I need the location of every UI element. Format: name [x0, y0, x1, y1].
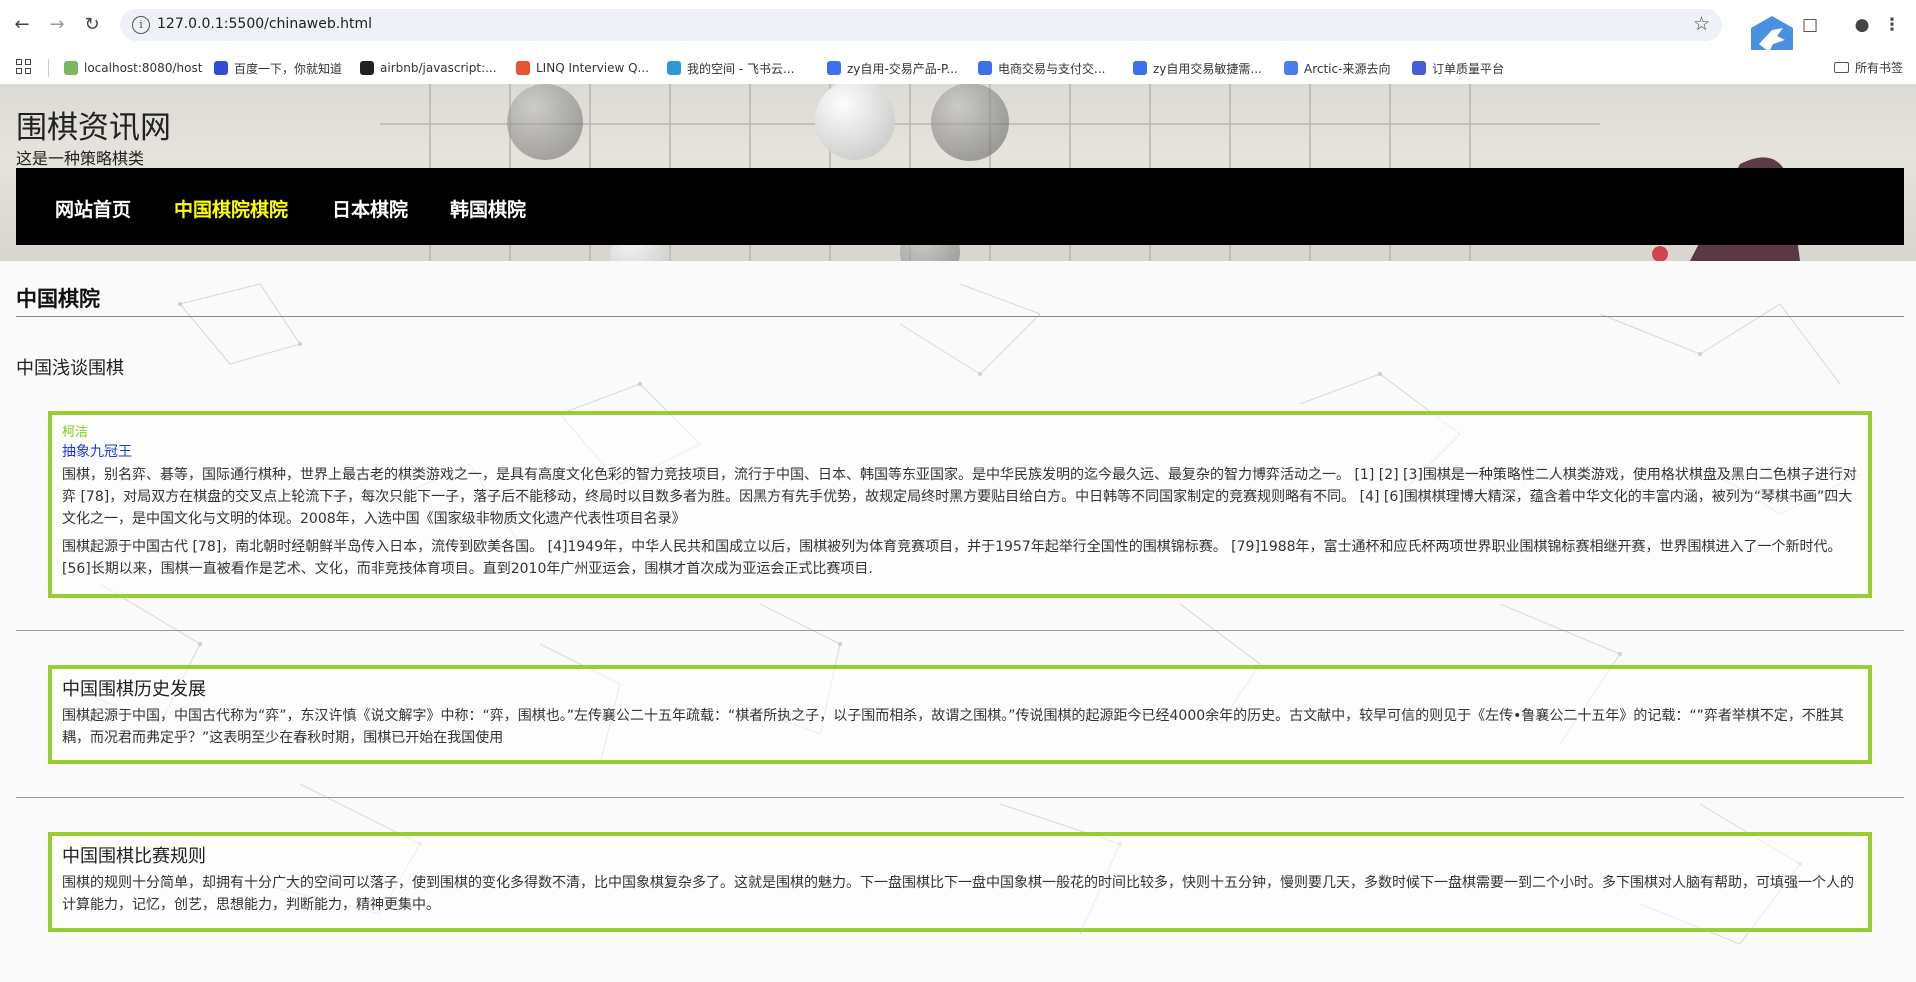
card-paragraph: 围棋，别名弈、碁等，国际通行棋种，世界上最古老的棋类游戏之一，是具有高度文化色彩…	[62, 467, 1857, 527]
web-page: 围棋资讯网 这是一种策略棋类 网站首页 中国棋院棋院 日本棋院 韩国棋院 中国棋…	[0, 84, 1916, 982]
bookmark-item[interactable]: localhost:8080/host	[64, 59, 202, 77]
bookmark-favicon-icon	[214, 61, 228, 75]
card-award: 抽象九冠王	[62, 444, 132, 460]
all-bookmarks-label: 所有书签	[1855, 61, 1904, 75]
bookmark-item[interactable]: airbnb/javascript:...	[360, 59, 497, 77]
address-bar[interactable]: i 127.0.0.1:5500/chinaweb.html ☆	[120, 9, 1722, 41]
nav-japan-go-academy[interactable]: 日本棋院	[332, 195, 408, 222]
forward-icon[interactable]: →	[45, 13, 69, 37]
bookmark-label: localhost:8080/host	[84, 61, 203, 75]
card-paragraph: 围棋起源于中国古代 [78]，南北朝时经朝鲜半岛传入日本，流传到欧美各国。 [4…	[62, 539, 1842, 577]
bookmark-star-icon[interactable]: ☆	[1693, 13, 1710, 35]
bookmark-label: 百度一下，你就知道	[234, 61, 343, 76]
nav-china-go-academy[interactable]: 中国棋院棋院	[174, 195, 288, 222]
bookmark-item[interactable]: 电商交易与支付交...	[978, 59, 1105, 77]
bookmark-label: zy自用-交易产品-P...	[847, 61, 958, 76]
nav-home[interactable]: 网站首页	[55, 195, 131, 222]
bookmarks-bar: localhost:8080/host 百度一下，你就知道 airbnb/javas…	[0, 50, 1916, 84]
url-text[interactable]: 127.0.0.1:5500/chinaweb.html	[157, 16, 372, 32]
bookmark-favicon-icon	[1284, 61, 1298, 75]
bookmark-favicon-icon	[1133, 61, 1147, 75]
bookmark-label: airbnb/javascript:...	[380, 61, 497, 75]
bookmark-label: 电商交易与支付交...	[998, 61, 1106, 76]
bookmark-favicon-icon	[516, 61, 530, 75]
rules-card: 中国围棋比赛规则 围棋的规则十分简单，却拥有十分广大的空间可以落子，使到围棋的变…	[48, 832, 1872, 932]
bookmark-label: Arctic-来源去向	[1304, 61, 1391, 76]
card-title: 中国围棋比赛规则	[62, 846, 206, 867]
section-divider	[16, 630, 1904, 631]
section-divider	[16, 797, 1904, 798]
card-title: 中国围棋历史发展	[62, 679, 206, 700]
all-bookmarks[interactable]: 所有书签	[1834, 59, 1903, 76]
extensions-puzzle-icon[interactable]: □	[1798, 13, 1822, 37]
browser-toolbar: ← → ↻ i 127.0.0.1:5500/chinaweb.html ☆ □…	[0, 0, 1916, 66]
bookmark-item[interactable]: 我的空间 - 飞书云...	[667, 59, 794, 77]
bookmark-item[interactable]: LINQ Interview Q...	[516, 59, 649, 77]
bookmark-favicon-icon	[1412, 61, 1426, 75]
card-author: 柯洁	[62, 425, 89, 440]
bookmark-favicon-icon	[360, 61, 374, 75]
card-paragraph: 围棋的规则十分简单，却拥有十分广大的空间可以落子，使到围棋的变化多得数不清，比中…	[62, 875, 1854, 913]
site-info-icon[interactable]: i	[132, 16, 150, 34]
folder-icon	[1834, 62, 1849, 73]
site-subtitle: 这是一种策略棋类	[16, 149, 145, 168]
site-title: 围棋资讯网	[16, 110, 171, 146]
bookmarks-separator	[48, 59, 49, 77]
menu-kebab-icon[interactable]: ⋮	[1880, 13, 1904, 37]
heading-rule	[16, 316, 1904, 317]
bookmark-item[interactable]: Arctic-来源去向	[1284, 59, 1390, 77]
back-icon[interactable]: ←	[10, 13, 34, 37]
bookmark-label: 我的空间 - 飞书云...	[687, 61, 795, 76]
bookmark-favicon-icon	[667, 61, 681, 75]
bookmark-item[interactable]: 订单质量平台	[1412, 59, 1504, 77]
bookmark-item[interactable]: zy自用-交易产品-P...	[827, 59, 958, 77]
history-card: 中国围棋历史发展 围棋起源于中国，中国古代称为“弈”，东汉许慎《说文解字》中称：…	[48, 665, 1872, 764]
intro-card: 柯洁 抽象九冠王 围棋，别名弈、碁等，国际通行棋种，世界上最古老的棋类游戏之一，…	[48, 411, 1872, 598]
card-paragraph: 围棋起源于中国，中国古代称为“弈”，东汉许慎《说文解字》中称：“弈，围棋也。”左…	[62, 708, 1844, 746]
section-heading: 中国棋院	[16, 287, 100, 311]
reload-icon[interactable]: ↻	[80, 13, 104, 37]
bookmark-label: LINQ Interview Q...	[536, 61, 649, 75]
bookmark-label: zy自用交易敏捷需...	[1153, 61, 1262, 76]
bookmark-label: 订单质量平台	[1432, 61, 1505, 76]
header-banner: 围棋资讯网 这是一种策略棋类 网站首页 中国棋院棋院 日本棋院 韩国棋院	[0, 84, 1916, 261]
profile-icon[interactable]: ●	[1850, 13, 1874, 37]
bookmark-item[interactable]: 百度一下，你就知道	[214, 59, 342, 77]
bookmark-favicon-icon	[64, 61, 78, 75]
bookmark-favicon-icon	[978, 61, 992, 75]
nav-korea-go-academy[interactable]: 韩国棋院	[450, 195, 526, 222]
intro-heading: 中国浅谈围棋	[16, 358, 124, 379]
bookmark-item[interactable]: zy自用交易敏捷需...	[1133, 59, 1262, 77]
apps-grid-icon[interactable]	[16, 59, 32, 75]
bookmark-favicon-icon	[827, 61, 841, 75]
main-navbar: 网站首页 中国棋院棋院 日本棋院 韩国棋院	[16, 168, 1904, 245]
